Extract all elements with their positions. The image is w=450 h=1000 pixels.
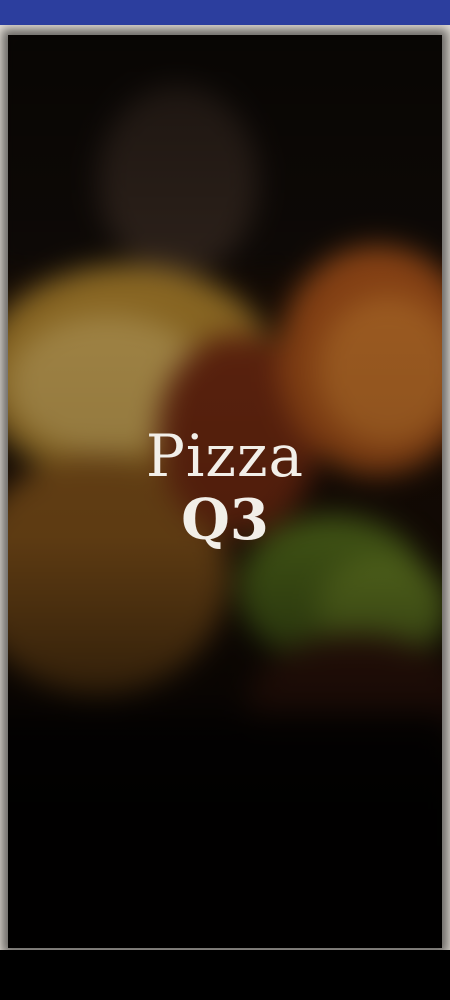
splash-screen: Pizza Q3 bbox=[0, 25, 450, 950]
status-bar bbox=[0, 0, 450, 25]
navigation-bar bbox=[0, 950, 450, 1000]
app-title: Pizza Q3 bbox=[8, 423, 442, 551]
app-screen: Pizza Q3 bbox=[0, 0, 450, 1000]
food-background-image: Pizza Q3 bbox=[8, 35, 442, 948]
title-line-2: Q3 bbox=[181, 487, 269, 553]
title-line-1: Pizza bbox=[145, 422, 305, 490]
